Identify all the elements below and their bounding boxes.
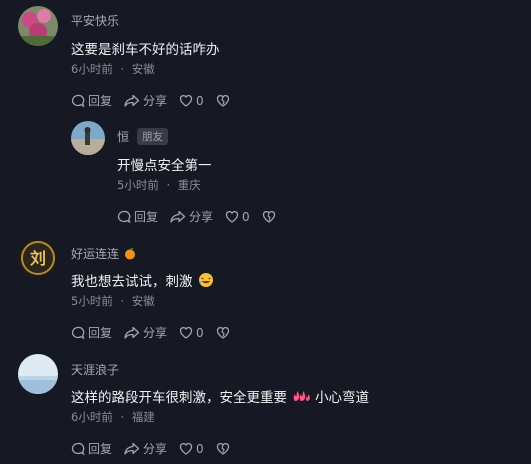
- share-label: 分享: [143, 442, 168, 456]
- reply-label: 回复: [134, 210, 159, 224]
- heart-icon: [179, 327, 193, 339]
- share-button[interactable]: 分享: [170, 208, 213, 225]
- comment-text: 这样的路段开车很刺激，安全更重要 小心弯道: [71, 386, 369, 406]
- orange-emoji-icon: [125, 247, 136, 259]
- meta-separator: ·: [120, 62, 125, 76]
- svg-text:刘: 刘: [30, 249, 46, 268]
- comment-time: 5小时前: [117, 178, 159, 192]
- heart-icon: [179, 443, 193, 455]
- reply-button[interactable]: 回复: [117, 208, 158, 225]
- action-bar: 回复 分享 0: [71, 440, 245, 457]
- comment-content: 我也想去试试，刺激: [71, 274, 193, 290]
- reply-username[interactable]: 恒: [117, 128, 129, 145]
- like-count: 0: [242, 209, 250, 224]
- username[interactable]: 天涯浪子: [71, 361, 119, 378]
- fire-hearts-emoji-icon: [293, 391, 310, 401]
- meta-separator: ·: [166, 178, 171, 192]
- share-icon: [124, 94, 140, 107]
- comment-time: 6小时前: [71, 62, 113, 76]
- meta-separator: ·: [120, 410, 125, 424]
- avatar[interactable]: 刘: [18, 238, 58, 278]
- action-bar: 回复 分享 0: [117, 208, 291, 225]
- share-icon: [170, 210, 186, 223]
- share-icon: [124, 442, 140, 455]
- comment-meta: 6小时前 · 福建: [71, 409, 155, 425]
- action-bar: 回复 分享 0: [71, 324, 245, 341]
- dislike-button[interactable]: [216, 326, 233, 339]
- comment-text: 这要是刹车不好的话咋办: [71, 42, 220, 58]
- dislike-button[interactable]: [216, 94, 233, 107]
- reply-icon: [71, 442, 85, 455]
- like-count: 0: [196, 441, 204, 456]
- username: 恒 朋友: [117, 128, 169, 145]
- comment-content-end: 小心弯道: [315, 390, 369, 406]
- broken-heart-icon: [262, 211, 275, 223]
- comment-meta: 6小时前 · 安徽: [71, 61, 155, 77]
- broken-heart-icon: [216, 95, 229, 107]
- comment-username[interactable]: 好运连连: [71, 245, 119, 262]
- share-label: 分享: [143, 94, 168, 108]
- share-button[interactable]: 分享: [124, 440, 167, 457]
- comment-text: 开慢点安全第一: [117, 158, 212, 174]
- reply-label: 回复: [88, 326, 113, 340]
- reply-label: 回复: [88, 94, 113, 108]
- like-button[interactable]: 0: [225, 210, 250, 224]
- reply-button[interactable]: 回复: [71, 324, 112, 341]
- broken-heart-icon: [216, 443, 229, 455]
- comment-text: 我也想去试试，刺激: [71, 270, 214, 290]
- comment-location: 福建: [131, 410, 155, 424]
- like-count: 0: [196, 325, 204, 340]
- meta-separator: ·: [120, 294, 125, 308]
- share-label: 分享: [143, 326, 168, 340]
- comment-time: 5小时前: [71, 294, 113, 308]
- avatar[interactable]: [18, 354, 58, 394]
- reply-icon: [71, 326, 85, 339]
- share-button[interactable]: 分享: [124, 324, 167, 341]
- reply-icon: [71, 94, 85, 107]
- reply-icon: [117, 210, 131, 223]
- broken-heart-icon: [216, 327, 229, 339]
- comment-location: 安徽: [131, 294, 155, 308]
- heart-icon: [179, 95, 193, 107]
- heart-icon: [225, 211, 239, 223]
- reply-button[interactable]: 回复: [71, 92, 112, 109]
- friend-badge: 朋友: [137, 128, 169, 145]
- dislike-button[interactable]: [262, 210, 279, 223]
- comment-content-start: 这样的路段开车很刺激，安全更重要: [71, 390, 287, 406]
- share-icon: [124, 326, 140, 339]
- comment-time: 6小时前: [71, 410, 113, 424]
- avatar[interactable]: [71, 121, 105, 155]
- like-button[interactable]: 0: [179, 94, 204, 108]
- dislike-button[interactable]: [216, 442, 233, 455]
- comment-location: 安徽: [131, 62, 155, 76]
- share-label: 分享: [189, 210, 214, 224]
- username: 好运连连: [71, 245, 136, 262]
- comment-meta: 5小时前 · 安徽: [71, 293, 155, 309]
- like-button[interactable]: 0: [179, 326, 204, 340]
- comment-location: 重庆: [177, 178, 201, 192]
- reply-button[interactable]: 回复: [71, 440, 112, 457]
- laughing-emoji-icon: [198, 273, 213, 287]
- reply-label: 回复: [88, 442, 113, 456]
- comment-meta: 5小时前 · 重庆: [117, 177, 201, 193]
- share-button[interactable]: 分享: [124, 92, 167, 109]
- like-button[interactable]: 0: [179, 442, 204, 456]
- like-count: 0: [196, 93, 204, 108]
- action-bar: 回复 分享 0: [71, 92, 245, 109]
- avatar[interactable]: [18, 6, 58, 46]
- username[interactable]: 平安快乐: [71, 12, 119, 29]
